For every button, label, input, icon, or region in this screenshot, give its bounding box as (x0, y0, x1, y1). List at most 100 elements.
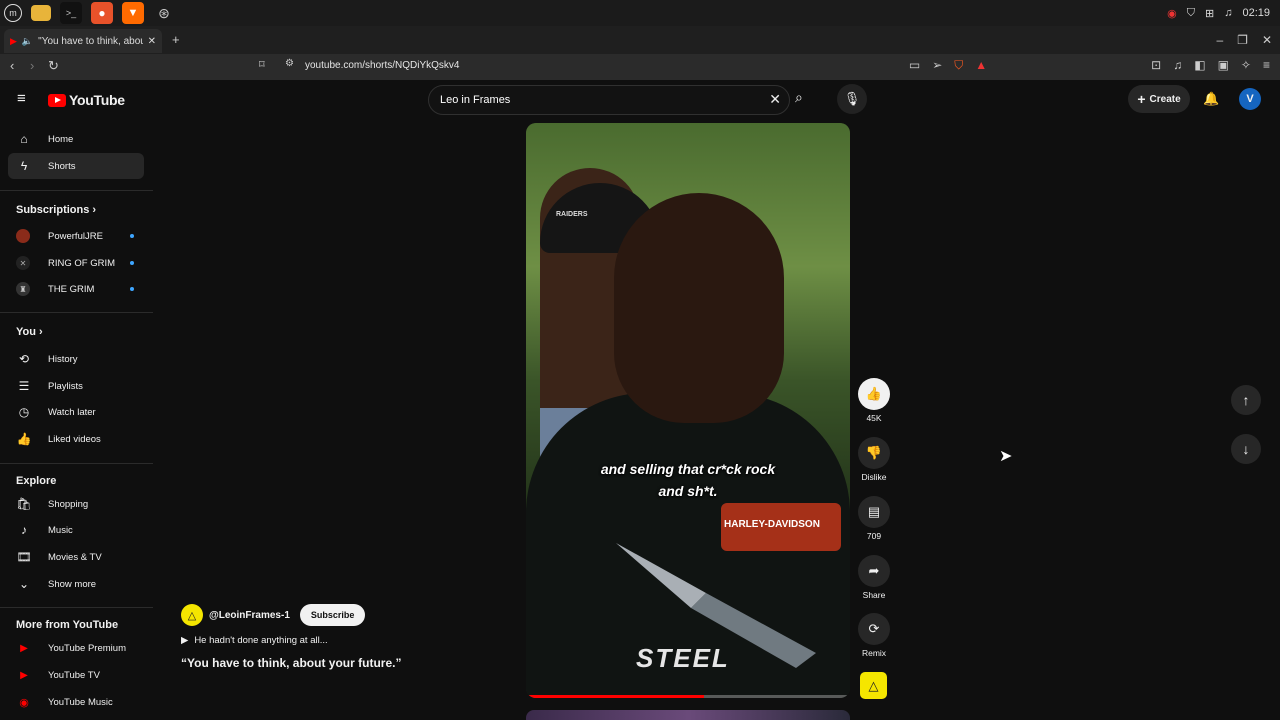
next-short-preview[interactable] (526, 710, 850, 720)
brave-icon[interactable]: ▼ (122, 2, 144, 24)
like-button[interactable]: 👍 (858, 378, 890, 410)
sidebar-item-powerfuljre[interactable]: PowerfulJRE (8, 223, 144, 249)
brave-shields-icon[interactable]: ⛉ (954, 58, 963, 73)
arrow-up-icon: ↑ (1242, 392, 1250, 408)
sidebar-item-shopping[interactable]: 🛍 Shopping (8, 491, 144, 517)
create-button[interactable]: + Create (1128, 85, 1190, 113)
dislike-button[interactable]: 👎 (858, 437, 890, 469)
avatar[interactable]: V (1239, 88, 1261, 110)
remix-label: Remix (861, 648, 887, 658)
menu-icon[interactable]: ≡ (1263, 58, 1270, 73)
firefox-icon[interactable]: ● (91, 2, 113, 24)
search-input[interactable]: Leo in Frames ✕ (428, 85, 790, 115)
search-icon[interactable]: ⌕ (795, 89, 803, 106)
new-tab-icon[interactable]: + (172, 32, 180, 47)
comment-count: 709 (866, 531, 882, 541)
reload-icon[interactable]: ↻ (48, 58, 59, 74)
minimize-icon[interactable]: – (1216, 33, 1223, 47)
sidebar-item-liked-videos[interactable]: 👍 Liked videos (8, 426, 144, 452)
close-tab-icon[interactable]: ✕ (148, 36, 156, 47)
sidebar: ⌂ Home ϟ Shorts Subscriptions › Powerful… (0, 120, 153, 720)
search-value: Leo in Frames (440, 94, 511, 106)
comments-button[interactable]: ▤ (858, 496, 890, 528)
clear-search-icon[interactable]: ✕ (769, 91, 781, 108)
mint-menu-icon[interactable]: m (4, 4, 22, 22)
volume-icon[interactable]: ♫ (1224, 7, 1232, 19)
video-progress-fill (526, 695, 705, 698)
video-progress-bar[interactable] (526, 695, 850, 698)
voice-search-button[interactable]: 🎙 (837, 84, 867, 114)
sidebar-item-movies-tv[interactable]: 🎞 Movies & TV (8, 544, 144, 570)
sidebar-item-label: History (48, 353, 78, 365)
subscribe-button[interactable]: Subscribe (299, 604, 366, 626)
mouse-cursor-icon: ➤ (999, 448, 1013, 465)
toolbar-spacer (999, 58, 1139, 73)
network-icon[interactable]: ⊞ (1205, 7, 1214, 20)
next-short-button[interactable]: ↓ (1231, 434, 1261, 464)
sidebar-item-label: THE GRIM (48, 283, 95, 295)
cast-icon[interactable]: ▭ (909, 58, 920, 73)
shield-icon[interactable]: ⛉ (1187, 7, 1195, 20)
sidebar-item-the-grim[interactable]: ♜ THE GRIM (8, 276, 144, 302)
channel-avatar-icon: ♜ (16, 282, 30, 296)
hamburger-menu-icon[interactable]: ≡ (17, 90, 26, 107)
sound-thumbnail[interactable]: △ (860, 672, 887, 699)
youtube-logo[interactable]: YouTube (48, 92, 125, 108)
sidebar-item-history[interactable]: ⟲ History (8, 346, 144, 372)
sidebar-item-home[interactable]: ⌂ Home (8, 126, 144, 152)
sidebar-item-ring-of-grim[interactable]: ✕ RING OF GRIM (8, 250, 144, 276)
clock[interactable]: 02:19 (1242, 7, 1270, 19)
leo-icon[interactable]: ✧ (1241, 58, 1251, 73)
music-text: He hadn't done anything at all... (194, 635, 328, 646)
settings-icon[interactable]: ⊛ (153, 2, 175, 24)
close-window-icon[interactable]: ✕ (1262, 33, 1272, 47)
sidebar-item-youtube-music[interactable]: ◉ YouTube Music (8, 689, 144, 715)
send-icon[interactable]: ➢ (932, 58, 942, 73)
new-content-dot (130, 287, 134, 291)
short-title[interactable]: “You have to think, about your future.” (181, 656, 511, 670)
channel-avatar[interactable]: △ (181, 604, 203, 626)
subscriptions-heading[interactable]: Subscriptions › (16, 204, 96, 216)
terminal-icon[interactable]: >_ (60, 2, 82, 24)
remix-button[interactable]: ⟳ (858, 613, 890, 645)
bookmark-icon[interactable]: ⌑ (259, 58, 265, 71)
sidebar-item-playlists[interactable]: ☰ Playlists (8, 373, 144, 399)
sidebar-item-label: Show more (48, 578, 97, 590)
site-info-icon[interactable]: ⚙ (285, 58, 294, 69)
forward-icon[interactable]: › (30, 58, 34, 73)
youtube-tv-icon: ▶ (20, 669, 28, 681)
back-icon[interactable]: ‹ (10, 58, 14, 73)
sidebar-item-youtube-tv[interactable]: ▶ YouTube TV (8, 662, 144, 688)
short-metadata: △ @LeoinFrames-1 Subscribe ▶ He hadn't d… (181, 604, 511, 670)
browser-tab[interactable]: ▶ 🔈 "You have to think, about y ✕ (4, 29, 162, 53)
share-button[interactable]: ➦ (858, 555, 890, 587)
sidebar-item-label: YouTube Music (48, 696, 113, 708)
sidebar-item-show-more[interactable]: ⌄ Show more (8, 571, 144, 597)
screenshot-icon[interactable]: ⊡ (1151, 58, 1161, 73)
sidebar-item-music[interactable]: ♪ Music (8, 517, 144, 543)
record-icon[interactable]: ◉ (1167, 7, 1177, 20)
youtube-header: ≡ YouTube Leo in Frames ✕ ⌕ 🎙 + Create 🔔… (0, 80, 1280, 120)
sidebar-item-label: Watch later (48, 406, 96, 418)
sidebar-item-youtube-premium[interactable]: ▶ YouTube Premium (8, 635, 144, 661)
sidebar-item-shorts[interactable]: ϟ Shorts (8, 153, 144, 179)
notifications-bell-icon[interactable]: 🔔 (1203, 91, 1219, 107)
speaker-icon[interactable]: 🔈 (22, 36, 33, 47)
channel-name[interactable]: @LeoinFrames-1 (209, 610, 290, 621)
shorts-video-player[interactable]: RAIDERS HARLEY-DAVIDSON STEEL and sellin… (526, 123, 850, 698)
channel-avatar-icon: ✕ (16, 256, 30, 270)
rewards-icon[interactable]: ▲ (975, 58, 987, 73)
media-icon[interactable]: ♫ (1173, 58, 1182, 73)
music-row[interactable]: ▶ He hadn't done anything at all... (181, 635, 511, 646)
remix-action: ⟳ Remix (856, 613, 892, 658)
sidebar-item-watch-later[interactable]: ◷ Watch later (8, 399, 144, 425)
maximize-icon[interactable]: ❐ (1237, 33, 1248, 47)
wallet-icon[interactable]: ▣ (1218, 58, 1229, 73)
files-icon[interactable] (31, 5, 51, 21)
sidebar-toggle-icon[interactable]: ◧ (1194, 58, 1205, 73)
you-heading[interactable]: You › (16, 326, 43, 338)
url-field[interactable]: youtube.com/shorts/NQDiYkQskv4 (305, 60, 460, 71)
sidebar-item-label: Shopping (48, 498, 89, 510)
previous-short-button[interactable]: ↑ (1231, 385, 1261, 415)
sidebar-item-label: Playlists (48, 380, 83, 392)
